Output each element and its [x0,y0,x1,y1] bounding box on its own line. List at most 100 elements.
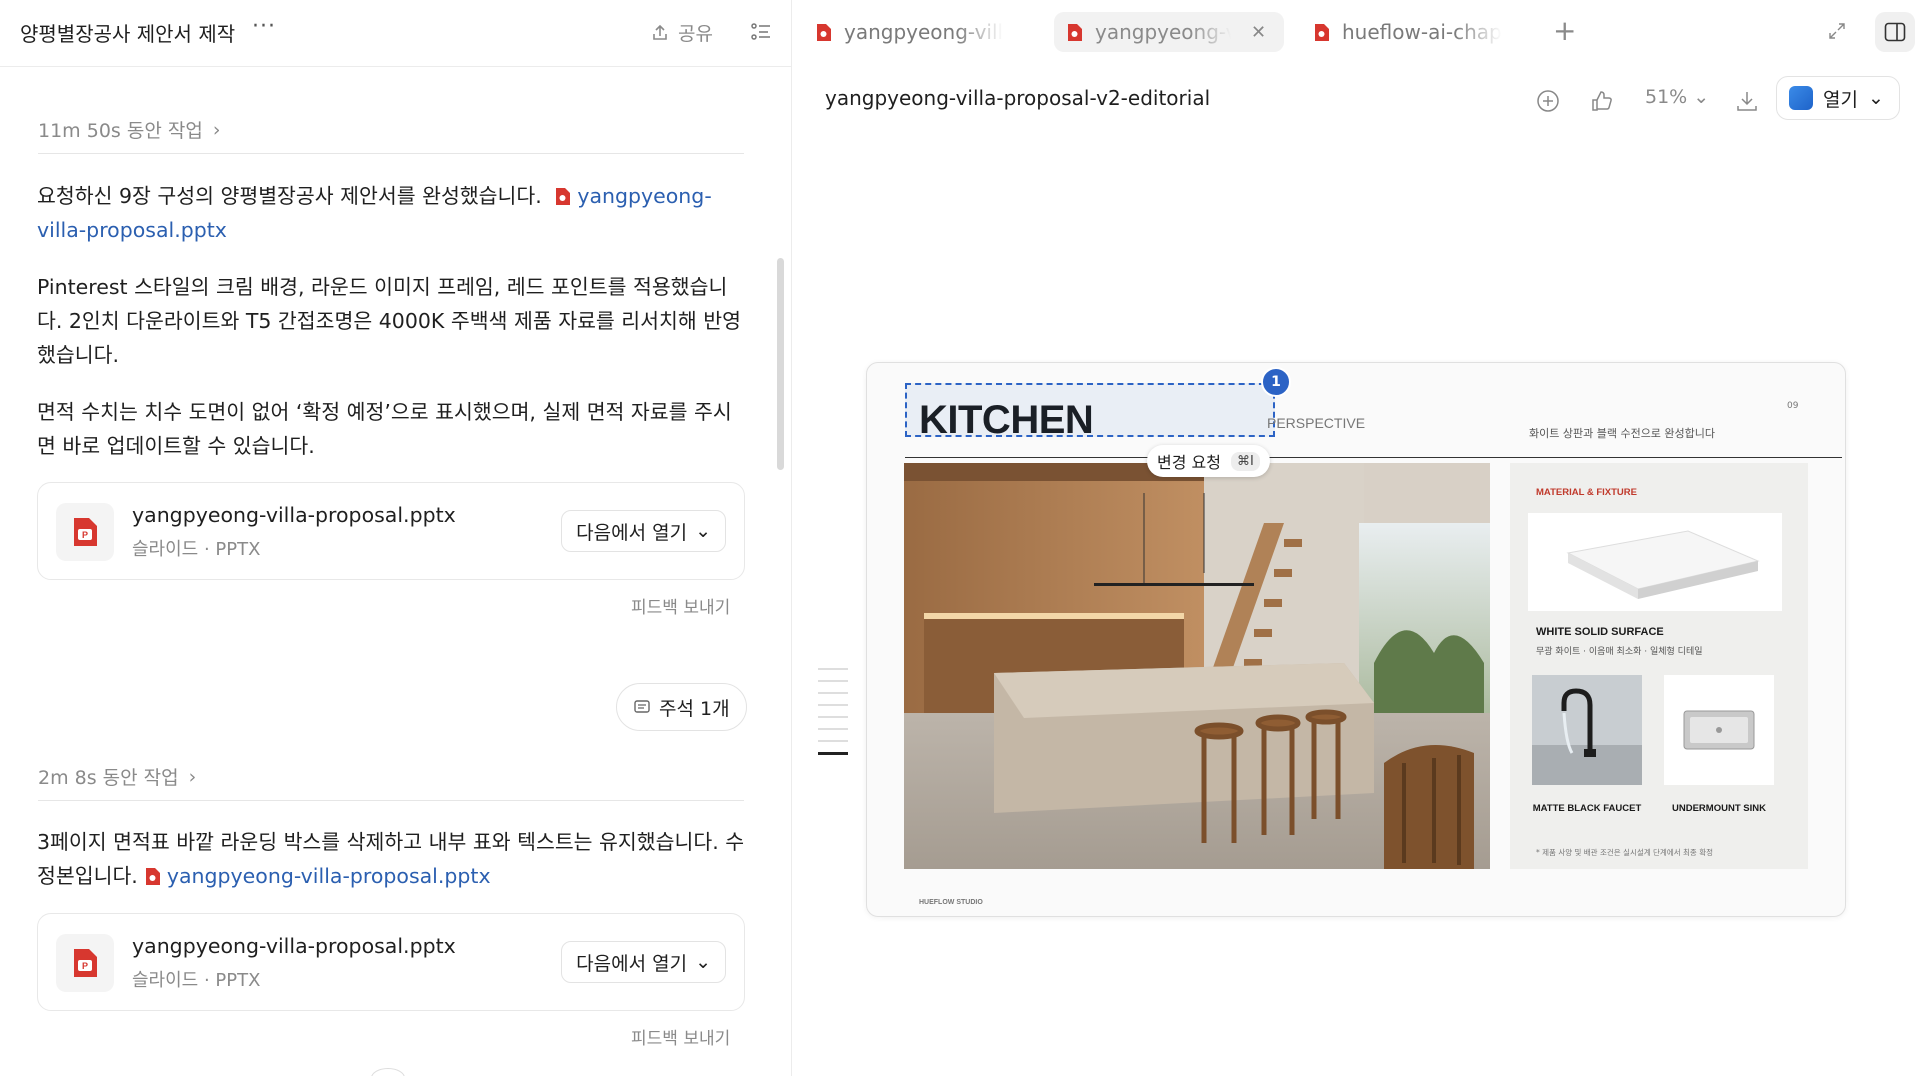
svg-text:P: P [82,961,88,971]
comments-button[interactable]: 주석 1개 [616,683,747,731]
surface-description: 무광 화이트 · 이음매 최소화 · 일체형 디테일 [1536,647,1703,657]
add-comment-icon[interactable] [1535,88,1561,114]
faucet-image [1532,675,1642,785]
change-request-label: 변경 요청 [1157,453,1221,472]
solid-surface-image [1528,513,1782,611]
pptx-file-icon [1068,23,1082,41]
chevron-down-icon: ⌄ [695,951,711,973]
slide-navigator[interactable] [818,668,848,765]
document-title: yangpyeong-villa-proposal-v2-editorial [825,86,1211,110]
preview-pane: yangpyeong-villa-proposal yangpyeong-vil… [793,0,1920,1076]
chevron-down-icon: ⌄ [1867,87,1884,109]
tab-yangpyeong-villa-proposal[interactable]: yangpyeong-villa-proposal [803,12,1016,52]
slide-tick[interactable] [818,740,848,742]
message-text: 요청하신 9장 구성의 양평별장공사 제안서를 완성했습니다. [37,184,542,208]
slide-canvas[interactable]: KITCHEN 1 PERSPECTIVE 화이트 상판과 블랙 수전으로 완성… [866,362,1846,917]
material-panel: MATERIAL & FIXTURE WHITE SOLID SURFACE 무… [1510,463,1808,869]
slide-tick[interactable] [818,692,848,694]
share-icon [653,24,667,40]
share-label: 공유 [678,23,713,45]
message-paragraph: 3페이지 면적표 바깥 라운딩 박스를 삭제하고 내부 표와 텍스트는 유지했습… [37,825,749,893]
panel-note: * 제품 사양 및 배관 조건은 실시설계 단계에서 최종 확정 [1536,848,1714,857]
open-in-label: 다음에서 열기 [576,952,688,975]
work-duration-toggle[interactable]: 2m 8s 동안 작업 › [38,763,196,790]
tab-yangpyeong-villa-proposal-v2[interactable]: yangpyeong-villa-proposal-v2-editorial ✕ [1054,12,1284,52]
pptx-file-icon [817,23,831,41]
pptx-file-icon: P [56,503,114,561]
open-in-label: 다음에서 열기 [576,521,688,544]
slide-tick[interactable] [818,728,848,730]
sidebar-icon [1884,22,1906,42]
file-link[interactable]: yangpyeong-villa-proposal.pptx [167,864,491,888]
new-tab-button[interactable]: + [1553,14,1576,47]
tab-label: yangpyeong-villa-proposal [844,20,1004,44]
slide-subtitle: PERSPECTIVE [1267,415,1366,431]
list-view-icon[interactable] [750,21,772,43]
slide-footer: HUEFLOW STUDIO [919,899,983,906]
pptx-file-icon [1315,23,1329,41]
file-card[interactable]: P yangpyeong-villa-proposal.pptx 슬라이드 · … [37,913,745,1011]
file-meta: 슬라이드 · PPTX [132,970,261,991]
selection-badge: 1 [1261,367,1291,397]
file-name: yangpyeong-villa-proposal.pptx [132,503,456,527]
work-duration-label: 11m 50s 동안 작업 [38,120,203,142]
slide-tick[interactable] [818,716,848,718]
comment-icon [634,700,650,713]
change-request-tooltip[interactable]: 변경 요청 ⌘I [1147,445,1270,477]
comments-label: 주석 1개 [659,697,730,720]
chat-header: 양평별장공사 제안서 제작 ··· 공유 [0,0,791,67]
slide-tick[interactable] [818,680,848,682]
pptx-file-icon [556,188,571,205]
open-in-button[interactable]: 다음에서 열기 ⌄ [561,941,726,983]
slide-tick-current[interactable] [818,752,848,755]
surface-title: WHITE SOLID SURFACE [1536,626,1664,638]
slide-tick[interactable] [818,704,848,706]
open-label: 열기 [1823,88,1858,111]
slide-tagline: 화이트 상판과 블랙 수전으로 완성합니다 [1529,427,1716,440]
message-paragraph: 요청하신 9장 구성의 양평별장공사 제안서를 완성했습니다. yangpyeo… [37,179,749,247]
kitchen-photo [904,463,1490,869]
file-card[interactable]: P yangpyeong-villa-proposal.pptx 슬라이드 · … [37,482,745,580]
tab-label: hueflow-ai-chapter [1342,20,1502,44]
open-in-button[interactable]: 다음에서 열기 ⌄ [561,510,726,552]
toggle-panel-button[interactable] [1875,12,1915,52]
work-duration-toggle[interactable]: 11m 50s 동안 작업 › [38,116,220,143]
pptx-file-icon [145,868,160,885]
tab-hueflow-ai-chapter[interactable]: hueflow-ai-chapter [1301,12,1514,52]
divider [38,800,744,801]
material-label: MATERIAL & FIXTURE [1536,487,1637,498]
zoom-value: 51% [1645,86,1688,108]
chevron-right-icon: › [188,765,197,788]
scrollbar-thumb[interactable] [777,258,784,470]
close-icon[interactable]: ✕ [1251,22,1266,43]
scroll-down-button[interactable] [371,1068,405,1076]
svg-text:P: P [82,530,88,540]
shortcut-hint: ⌘I [1230,451,1260,471]
download-icon[interactable] [1734,88,1760,114]
slide-page-number: 09 [1787,401,1799,411]
chevron-down-icon: ⌄ [695,520,711,542]
file-meta: 슬라이드 · PPTX [132,539,261,560]
sink-caption: UNDERMOUNT SINK [1672,803,1766,814]
expand-icon[interactable] [1828,22,1846,40]
message-paragraph: Pinterest 스타일의 크림 배경, 라운드 이미지 프레임, 레드 포인… [37,275,741,367]
more-options-button[interactable]: ··· [252,14,276,39]
document-toolbar: yangpyeong-villa-proposal-v2-editorial 5… [793,64,1920,132]
tab-label: yangpyeong-villa-proposal-v2-editorial [1095,20,1231,44]
send-feedback-link[interactable]: 피드백 보내기 [631,593,730,618]
zoom-control[interactable]: 51% ⌄ [1645,86,1709,108]
chat-pane: 양평별장공사 제안서 제작 ··· 공유 11m 50s 동안 작업 › 요청하… [0,0,792,1076]
send-feedback-link[interactable]: 피드백 보내기 [631,1024,730,1049]
work-duration-label: 2m 8s 동안 작업 [38,767,179,789]
slide-tick[interactable] [818,668,848,670]
selection-box[interactable] [905,383,1275,437]
feedback-thumbs-icon[interactable] [1589,88,1615,114]
tab-bar: yangpyeong-villa-proposal yangpyeong-vil… [793,0,1920,64]
faucet-caption: MATTE BLACK FAUCET [1532,803,1642,814]
conversation-title[interactable]: 양평별장공사 제안서 제작 [20,18,235,47]
share-button[interactable]: 공유 [650,19,713,46]
open-with-app-button[interactable]: 열기 ⌄ [1776,76,1900,120]
keynote-app-icon [1789,86,1813,110]
sink-image [1664,675,1774,785]
file-name: yangpyeong-villa-proposal.pptx [132,934,456,958]
